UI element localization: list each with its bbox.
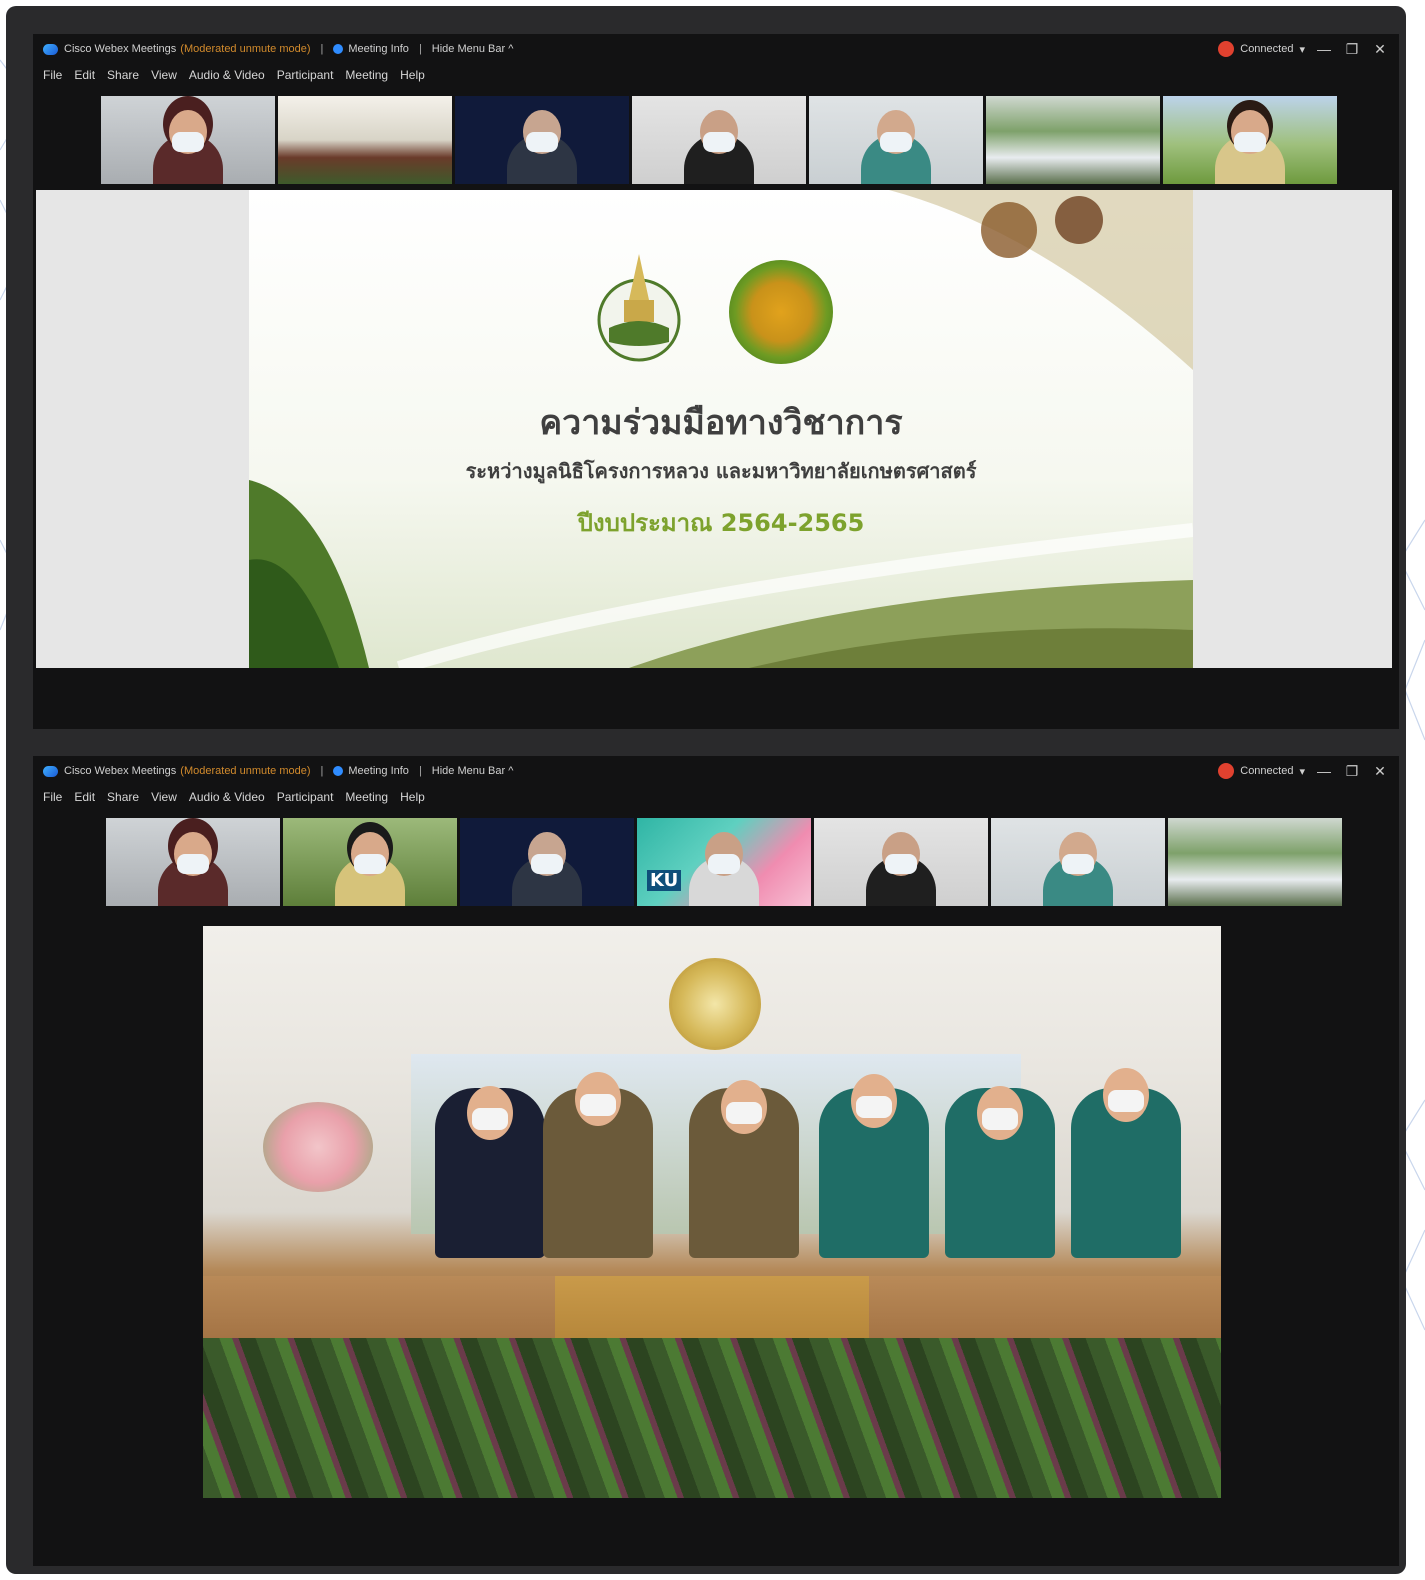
screenshot-frame: Cisco Webex Meetings (Moderated unmute m… xyxy=(6,6,1406,1574)
menu-view[interactable]: View xyxy=(151,790,177,810)
participant-video[interactable] xyxy=(1163,96,1337,184)
menu-file[interactable]: File xyxy=(43,790,62,810)
slide-fiscal-year: ปีงบประมาณ 2564-2565 xyxy=(577,509,865,537)
main-video-feed xyxy=(203,926,1221,1498)
app-name: Cisco Webex Meetings xyxy=(64,765,177,777)
connection-status-icon xyxy=(1218,763,1235,779)
restore-icon[interactable]: ❐ xyxy=(1343,41,1361,58)
participant-video[interactable] xyxy=(460,818,634,906)
meeting-mode: (Moderated unmute mode) xyxy=(180,765,311,777)
chevron-down-icon: ▾ xyxy=(1299,765,1305,778)
participant-video[interactable]: KU xyxy=(637,818,811,906)
slide-decoration xyxy=(889,190,1193,370)
slide-title: ความร่วมมือทางวิชาการ xyxy=(539,403,903,443)
menu-edit[interactable]: Edit xyxy=(74,790,95,810)
participant-video[interactable] xyxy=(455,96,629,184)
connection-status[interactable]: Connected ▾ xyxy=(1218,763,1305,779)
participant-video[interactable] xyxy=(283,818,457,906)
menu-participant[interactable]: Participant xyxy=(277,68,334,88)
participant-video[interactable] xyxy=(106,818,280,906)
app-name: Cisco Webex Meetings xyxy=(64,43,177,55)
kasetsart-emblem xyxy=(729,260,833,364)
menu-audio-video[interactable]: Audio & Video xyxy=(189,790,265,810)
close-icon[interactable]: ✕ xyxy=(1371,41,1389,58)
menu-bar: File Edit Share View Audio & Video Parti… xyxy=(33,790,425,810)
menu-file[interactable]: File xyxy=(43,68,62,88)
meeting-mode: (Moderated unmute mode) xyxy=(180,43,311,55)
menu-help[interactable]: Help xyxy=(400,68,425,88)
royal-project-emblem xyxy=(594,250,681,368)
close-icon[interactable]: ✕ xyxy=(1371,763,1389,780)
meeting-info-button[interactable]: Meeting Info xyxy=(333,43,409,55)
hide-menu-bar-button[interactable]: Hide Menu Bar ^ xyxy=(432,43,514,55)
participant-video[interactable] xyxy=(1168,818,1342,906)
title-bar: Cisco Webex Meetings (Moderated unmute m… xyxy=(33,756,1399,786)
webex-logo-icon xyxy=(43,765,58,777)
chevron-down-icon: ▾ xyxy=(1299,43,1305,56)
minimize-icon[interactable]: — xyxy=(1315,41,1333,57)
shared-slide: ความร่วมมือทางวิชาการ ระหว่างมูลนิธิโครง… xyxy=(36,190,1392,668)
hide-menu-bar-button[interactable]: Hide Menu Bar ^ xyxy=(432,765,514,777)
university-seal xyxy=(669,958,761,1050)
webex-window-top: Cisco Webex Meetings (Moderated unmute m… xyxy=(33,34,1399,729)
ku-badge: KU xyxy=(647,870,682,891)
slide-subtitle: ระหว่างมูลนิธิโครงการหลวง และมหาวิทยาลัย… xyxy=(465,459,977,483)
slide-content: ความร่วมมือทางวิชาการ ระหว่างมูลนิธิโครง… xyxy=(249,190,1193,668)
meeting-info-button[interactable]: Meeting Info xyxy=(333,765,409,777)
info-icon xyxy=(333,766,344,776)
participant-strip: KU xyxy=(106,818,1342,906)
menu-participant[interactable]: Participant xyxy=(277,790,334,810)
menu-view[interactable]: View xyxy=(151,68,177,88)
restore-icon[interactable]: ❐ xyxy=(1343,763,1361,780)
title-bar: Cisco Webex Meetings (Moderated unmute m… xyxy=(33,34,1399,64)
menu-meeting[interactable]: Meeting xyxy=(345,68,388,88)
plant-arrangement xyxy=(203,1338,1221,1498)
participant-video[interactable] xyxy=(278,96,452,184)
menu-edit[interactable]: Edit xyxy=(74,68,95,88)
menu-share[interactable]: Share xyxy=(107,790,139,810)
info-icon xyxy=(333,44,344,54)
participant-video[interactable] xyxy=(632,96,806,184)
webex-logo-icon xyxy=(43,43,58,55)
connection-status[interactable]: Connected ▾ xyxy=(1218,41,1305,57)
webex-window-bottom: Cisco Webex Meetings (Moderated unmute m… xyxy=(33,756,1399,1566)
menu-audio-video[interactable]: Audio & Video xyxy=(189,68,265,88)
participant-video[interactable] xyxy=(101,96,275,184)
menu-share[interactable]: Share xyxy=(107,68,139,88)
participant-video[interactable] xyxy=(809,96,983,184)
menu-help[interactable]: Help xyxy=(400,790,425,810)
connection-status-icon xyxy=(1218,41,1235,57)
participant-video[interactable] xyxy=(986,96,1160,184)
menu-meeting[interactable]: Meeting xyxy=(345,790,388,810)
participant-video[interactable] xyxy=(991,818,1165,906)
participant-video[interactable] xyxy=(814,818,988,906)
flower-stand xyxy=(263,1102,373,1192)
minimize-icon[interactable]: — xyxy=(1315,763,1333,779)
participant-strip xyxy=(101,96,1337,184)
menu-bar: File Edit Share View Audio & Video Parti… xyxy=(33,68,425,88)
